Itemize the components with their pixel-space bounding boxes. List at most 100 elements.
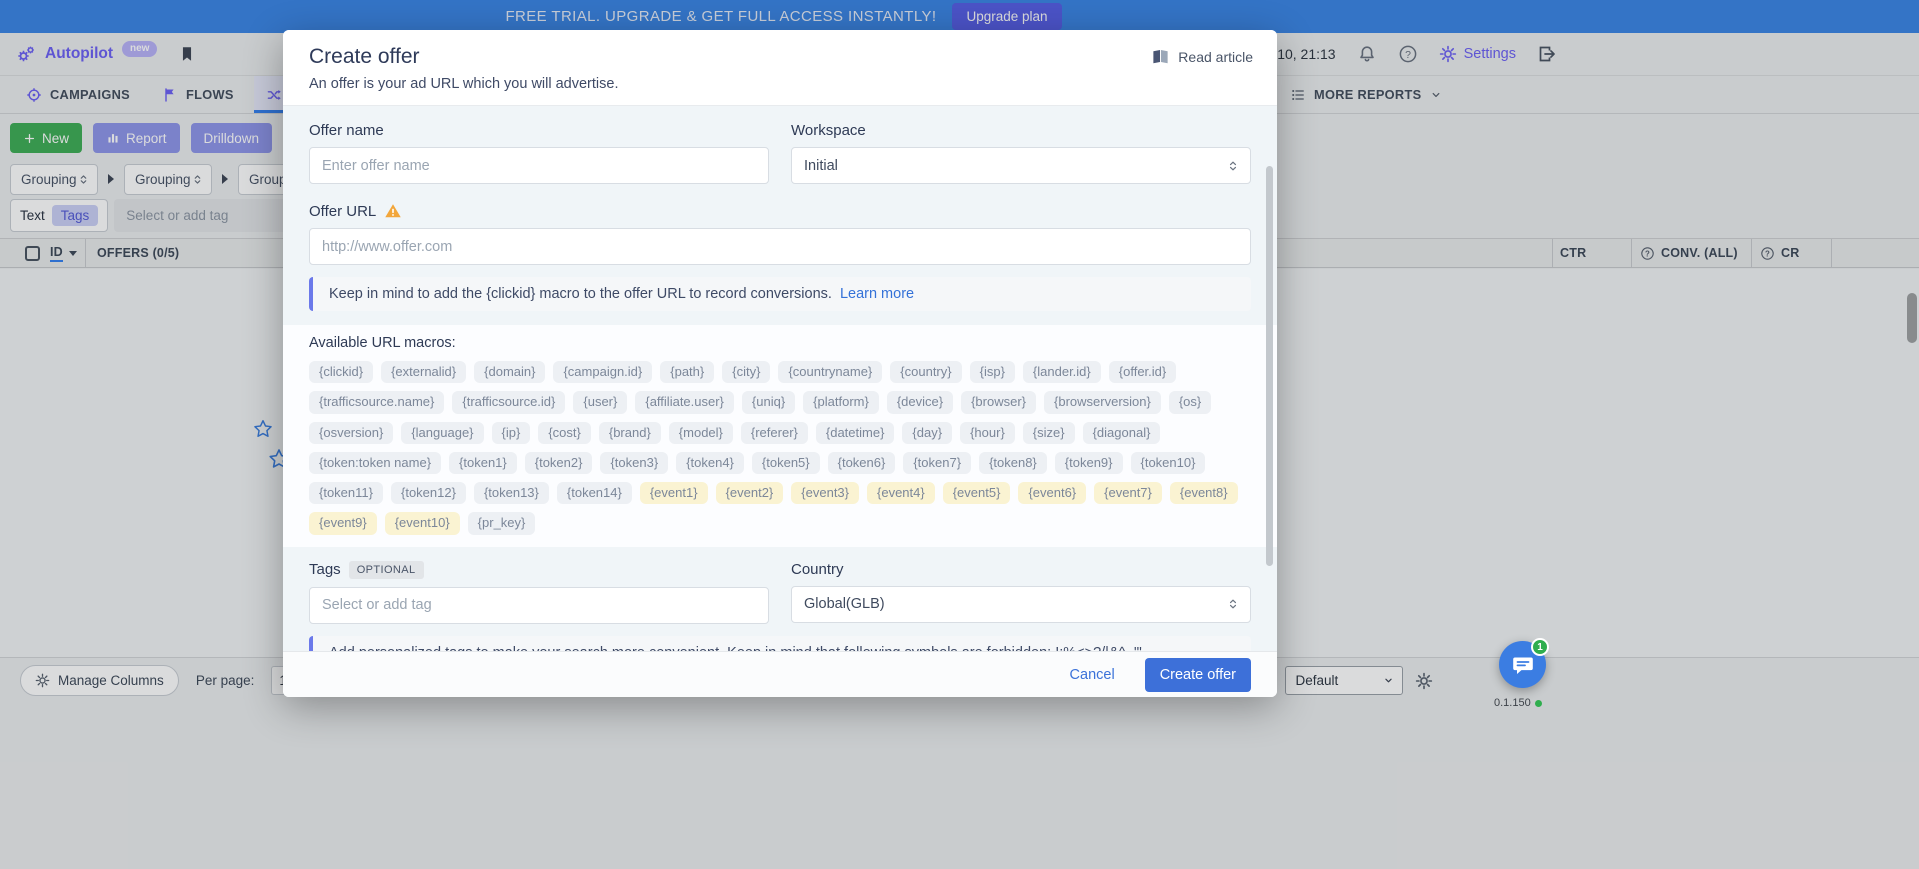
macro-chip[interactable]: {referer} [741,422,808,444]
status-dot [1535,700,1542,707]
macro-chip[interactable]: {token10} [1131,452,1206,474]
workspace-value: Initial [804,158,838,174]
modal-subtitle: An offer is your ad URL which you will a… [309,76,1251,92]
macro-chip[interactable]: {datetime} [816,422,895,444]
tags-label: Tags [309,561,341,578]
macro-chip[interactable]: {countryname} [778,361,882,383]
macro-chip[interactable]: {event10} [385,512,460,534]
macro-chip[interactable]: {platform} [803,391,879,413]
macro-chip[interactable]: {token12} [391,482,466,504]
modal-footer: Cancel Create offer [283,651,1277,697]
modal-scrollbar-thumb[interactable] [1266,166,1273,566]
learn-more-link[interactable]: Learn more [840,286,914,302]
macro-chips: {clickid} {externalid} {domain} {campaign.i… [309,361,1251,535]
macro-chip[interactable]: {token4} [676,452,744,474]
macro-chip[interactable]: {device} [887,391,953,413]
macro-chip[interactable]: {token1} [449,452,517,474]
macro-chip[interactable]: {user} [573,391,627,413]
create-offer-modal: Create offer An offer is your ad URL whi… [283,30,1277,697]
macro-chip[interactable]: {token8} [979,452,1047,474]
clickid-note: Keep in mind to add the {clickid} macro … [309,277,1251,311]
macro-chip[interactable]: {token11} [309,482,383,504]
macro-chip[interactable]: {event4} [867,482,935,504]
read-article-link[interactable]: Read article [1151,47,1253,66]
macro-chip[interactable]: {lander.id} [1023,361,1101,383]
macro-chip[interactable]: {hour} [960,422,1015,444]
chat-widget-button[interactable]: 1 [1499,641,1546,688]
macro-chip[interactable]: {token9} [1055,452,1123,474]
macro-chip[interactable]: {osversion} [309,422,393,444]
offer-url-input[interactable] [309,228,1251,265]
macro-chip[interactable]: {campaign.id} [553,361,652,383]
macro-chip[interactable]: {os} [1169,391,1211,413]
macro-chip[interactable]: {browser} [961,391,1036,413]
macro-chip[interactable]: {clickid} [309,361,373,383]
macros-section: Available URL macros: {clickid} {external… [283,325,1277,547]
macro-chip[interactable]: {diagonal} [1083,422,1161,444]
macro-chip[interactable]: {trafficsource.name} [309,391,444,413]
tags-note: Add personalized tags to make your searc… [309,636,1251,651]
macro-chip[interactable]: {event7} [1094,482,1162,504]
book-icon [1151,47,1170,66]
macro-chip[interactable]: {domain} [474,361,545,383]
macro-chip[interactable]: {offer.id} [1109,361,1176,383]
warning-icon [384,202,402,220]
chat-icon [1511,653,1535,677]
country-label: Country [791,561,1251,578]
offer-name-input[interactable] [309,147,769,184]
macro-chip[interactable]: {city} [722,361,770,383]
app-version: 0.1.150 [1494,697,1542,709]
macro-chip[interactable]: {token13} [474,482,549,504]
workspace-label: Workspace [791,122,1251,139]
macro-chip[interactable]: {size} [1023,422,1075,444]
modal-title: Create offer [309,45,1251,69]
macro-chip[interactable]: {browserversion} [1044,391,1161,413]
macro-chip[interactable]: {token2} [525,452,593,474]
offer-name-label: Offer name [309,122,769,139]
macro-chip[interactable]: {token7} [903,452,971,474]
macro-chip[interactable]: {token14} [557,482,632,504]
modal-header: Create offer An offer is your ad URL whi… [283,30,1277,105]
macro-chip[interactable]: {uniq} [742,391,795,413]
macro-chip[interactable]: {event1} [640,482,708,504]
macros-title: Available URL macros: [309,335,1251,351]
macro-chip[interactable]: {externalid} [381,361,466,383]
macro-chip[interactable]: {token:token name} [309,452,441,474]
macro-chip[interactable]: {affiliate.user} [635,391,734,413]
macro-chip[interactable]: {token5} [752,452,820,474]
macro-chip[interactable]: {model} [669,422,733,444]
macro-chip[interactable]: {event8} [1170,482,1238,504]
clickid-note-text: Keep in mind to add the {clickid} macro … [329,286,832,302]
chevron-updown-icon [1226,597,1240,611]
offer-url-label: Offer URL [309,203,376,220]
macro-chip[interactable]: {event5} [943,482,1011,504]
macro-chip[interactable]: {isp} [970,361,1015,383]
country-select[interactable]: Global(GLB) [791,586,1251,623]
macro-chip[interactable]: {ip} [492,422,531,444]
macro-chip[interactable]: {trafficsource.id} [452,391,565,413]
macro-chip[interactable]: {event9} [309,512,377,534]
macro-chip[interactable]: {language} [401,422,483,444]
modal-body: Offer name Workspace Initial Offer URL [283,105,1277,651]
cancel-button[interactable]: Cancel [1064,666,1121,684]
create-offer-button[interactable]: Create offer [1145,658,1251,692]
macro-chip[interactable]: {pr_key} [468,512,536,534]
tags-input[interactable] [309,587,769,624]
macro-chip[interactable]: {country} [890,361,961,383]
macro-chip[interactable]: {day} [902,422,952,444]
macro-chip[interactable]: {token3} [600,452,668,474]
macro-chip[interactable]: {brand} [599,422,661,444]
macro-chip[interactable]: {event2} [716,482,784,504]
macro-chip[interactable]: {event3} [791,482,859,504]
optional-badge: OPTIONAL [349,561,424,579]
version-text: 0.1.150 [1494,697,1531,709]
macro-chip[interactable]: {path} [660,361,714,383]
macro-chip[interactable]: {event6} [1018,482,1086,504]
workspace-select[interactable]: Initial [791,147,1251,184]
macro-chip[interactable]: {cost} [538,422,591,444]
app-root: FREE TRIAL. UPGRADE & GET FULL ACCESS IN… [0,0,1919,869]
macro-chip[interactable]: {token6} [828,452,896,474]
country-value: Global(GLB) [804,596,885,612]
chat-unread-badge: 1 [1531,638,1549,656]
tags-note-text: Add personalized tags to make your searc… [329,645,1142,651]
